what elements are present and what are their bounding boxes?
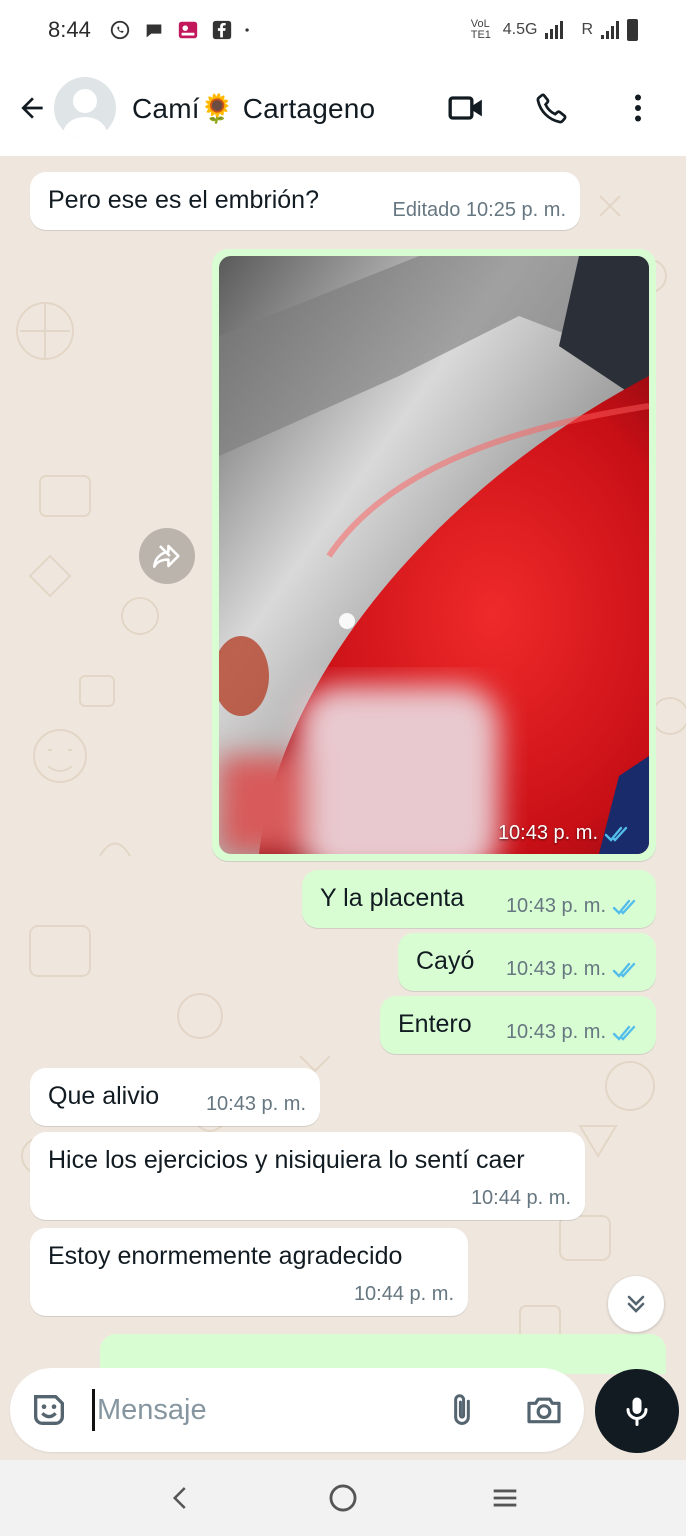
message-composer [10, 1368, 584, 1452]
mic-icon [626, 1397, 648, 1426]
read-ticks-icon [612, 899, 636, 915]
nav-home-button[interactable] [318, 1473, 368, 1523]
message-text: Pero ese es el embrión? [48, 186, 319, 214]
signal-icon [545, 21, 564, 39]
message-time: 10:44 p. m. [470, 1187, 571, 1209]
sticker-button[interactable] [28, 1389, 70, 1431]
whatsapp-icon [110, 20, 129, 40]
voice-call-button[interactable] [532, 88, 572, 128]
battery-icon [627, 19, 638, 41]
photo-app-icon [178, 21, 197, 39]
back-button[interactable] [14, 90, 50, 126]
attach-button[interactable] [440, 1388, 484, 1432]
photo-image [219, 256, 649, 854]
phone-call-icon [536, 93, 567, 124]
facebook-icon [212, 20, 231, 40]
read-ticks-icon [604, 826, 628, 842]
status-bar: 8:44 VoLTE1 4.5G R [0, 0, 686, 60]
double-chevron-down-icon [627, 1295, 645, 1313]
roaming-label: R [581, 21, 593, 38]
message-time: 10:43 p. m. [506, 958, 642, 981]
scroll-to-bottom-button[interactable] [608, 1276, 664, 1332]
video-call-button[interactable] [446, 88, 486, 128]
message-bubble-outgoing[interactable]: Y la placenta 10:43 p. m. [302, 870, 656, 928]
message-bubble-outgoing[interactable]: Entero 10:43 p. m. [380, 996, 656, 1054]
chat-area[interactable]: Pero ese es el embrión? Editado 10:25 p.… [0, 156, 686, 1460]
message-text: Que alivio [48, 1082, 160, 1110]
message-time: 10:43 p. m. [498, 822, 634, 845]
camera-icon [527, 1397, 561, 1424]
message-bubble-incoming[interactable]: Pero ese es el embrión? Editado 10:25 p.… [30, 172, 580, 230]
message-bubble-incoming[interactable]: Que alivio 10:43 p. m. [30, 1068, 320, 1126]
message-bubble-incoming[interactable]: Estoy enormemente agradecido 10:44 p. m. [30, 1228, 468, 1316]
message-time: 10:43 p. m. [205, 1093, 306, 1115]
nav-recents-button[interactable] [480, 1473, 530, 1523]
message-input[interactable] [97, 1393, 427, 1427]
nav-recents-icon [493, 1489, 517, 1507]
message-text: Y la placenta [320, 884, 465, 912]
nav-back-icon [172, 1487, 186, 1509]
volte-label: VoLTE1 [470, 18, 491, 41]
forward-button[interactable] [139, 528, 195, 584]
video-call-icon [448, 96, 482, 120]
status-time: 8:44 [48, 17, 91, 42]
voice-message-button[interactable] [595, 1369, 679, 1453]
sticker-icon [34, 1395, 64, 1425]
message-time: 10:44 p. m. [353, 1283, 454, 1305]
message-time: 10:43 p. m. [506, 1021, 642, 1044]
message-bubble-incoming[interactable]: Hice los ejercicios y nisiquiera lo sent… [30, 1132, 585, 1220]
image-message[interactable]: 10:43 p. m. [212, 249, 656, 861]
photo-thumbnail[interactable] [219, 256, 649, 854]
back-arrow-icon [21, 97, 43, 119]
dot-icon [245, 28, 249, 32]
network-label: 4.5G [502, 21, 538, 38]
message-text: Hice los ejercicios y nisiquiera lo sent… [48, 1146, 525, 1174]
text-cursor [92, 1389, 95, 1431]
camera-button[interactable] [522, 1388, 566, 1432]
read-ticks-icon [612, 1025, 636, 1041]
forward-icon [152, 544, 180, 568]
message-text: Cayó [416, 947, 475, 975]
avatar[interactable] [54, 77, 116, 139]
contact-name[interactable]: Camí🌻 Cartageno [132, 92, 375, 125]
more-options-button[interactable] [618, 88, 658, 128]
nav-back-button[interactable] [156, 1473, 206, 1523]
signal-icon-2 [601, 21, 619, 39]
attach-icon [454, 1394, 470, 1425]
message-text: Entero [398, 1010, 472, 1038]
more-vert-icon [635, 94, 641, 122]
chat-header: Camí🌻 Cartageno [0, 60, 686, 156]
message-bubble-outgoing[interactable]: Cayó 10:43 p. m. [398, 933, 656, 991]
system-nav-bar [0, 1460, 686, 1536]
message-time: Editado 10:25 p. m. [392, 199, 566, 221]
message-time: 10:43 p. m. [506, 895, 642, 918]
nav-home-icon [329, 1484, 357, 1512]
read-ticks-icon [612, 962, 636, 978]
message-text: Estoy enormemente agradecido [48, 1242, 403, 1270]
chat-bubble-icon [146, 24, 162, 38]
